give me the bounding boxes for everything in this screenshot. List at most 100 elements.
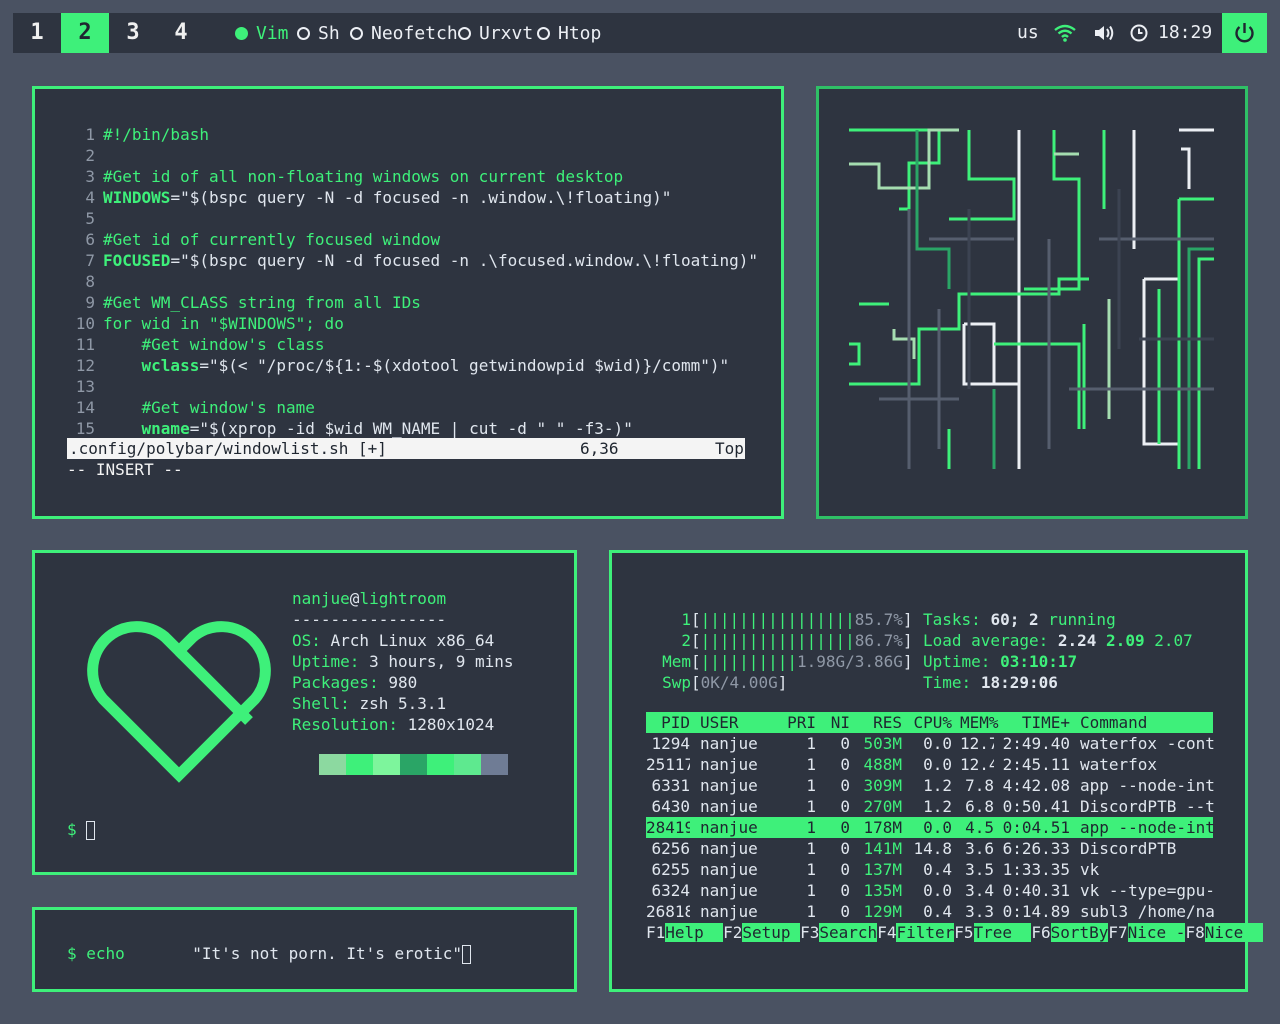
pipe-segment [1142,277,1181,446]
meter-bracket-close: ] [902,652,913,671]
window-tab-label: Sh [318,22,340,44]
pipe-segment [1181,147,1191,189]
process-row[interactable]: 6430 nanjue 1 0 270M 1.2 6.8 0:50.41 DiscordPTB … [646,796,1214,817]
process-row[interactable]: 26818 nanjue 1 0 129M 0.4 3.3 0:14.89 subl3 /hom… [646,901,1215,922]
meter-bracket-open: [ [691,673,701,692]
process-cell: 1.2 [923,797,952,816]
process-cell: 488M [863,755,902,774]
htop-uptime: Uptime: 03:10:17 [923,651,1077,672]
wifi-icon[interactable] [1053,23,1077,43]
process-cell: 0.0 [923,881,952,900]
fkey-label[interactable]: Help [665,923,724,942]
window-tab-sh[interactable]: Sh [297,13,340,53]
window-tab-htop[interactable]: Htop [537,13,601,53]
process-cell: 28419 [646,818,690,837]
htop-tasks: Tasks: 60; 2 running [923,609,1116,630]
time-value: 18:29:06 [980,673,1058,692]
htop-terminal[interactable]: 1[||||||||||||||||85.7%] 2[||||||||||||||… [609,550,1263,992]
htop-load: Load average: 2.24 2.09 2.07 [923,630,1193,651]
process-row[interactable]: 6331 nanjue 1 0 309M 1.2 7.8 4:42.08 app --node-… [646,775,1214,796]
window-tab-label: Vim [256,22,289,44]
fkey-label[interactable]: Filter [896,923,955,942]
process-row[interactable]: 6255 nanjue 1 0 137M 0.4 3.5 1:33.35 vk [646,859,1213,880]
code-line: #Get id of all non-floating windows on c… [103,167,624,186]
code-line: for wid in "$WINDOWS"; do [103,314,344,333]
vim-mode: -- INSERT -- [67,460,183,479]
vim-statusline: .config/polybar/windowlist.sh [+] 6,36 T… [67,438,745,459]
process-cell: 2:49.40 [1002,734,1070,753]
process-cell: 0 [840,881,850,900]
prompt-symbol: $ [67,820,77,839]
shell-terminal[interactable]: $ echo "It's not porn. It's erotic" [32,907,577,992]
process-cell: 1 [806,776,816,795]
meter-mem: Mem[||||||||||1.98G/3.86G] [646,651,912,672]
fkey-f4: F4 [877,923,897,942]
fkey-label[interactable]: Nice [1204,923,1263,942]
heart-logo [87,621,271,783]
process-cell: 12.4 [960,755,994,774]
workspace-3[interactable]: 3 [109,13,157,53]
code-line: wclass="$(< "/proc/${1:-$(xdotool getwin… [141,356,730,375]
process-cell: 0.0 [923,818,952,837]
process-cell: 0:40.31 [1002,881,1070,900]
pipe-segment [849,342,861,366]
fkey-label[interactable]: Search [819,923,878,942]
window-tab-neofetch[interactable]: Neofetch [350,13,458,53]
process-cell: 0 [840,839,850,858]
column-header-time: TIME+ [1021,713,1070,732]
process-cell: nanjue [700,860,758,879]
palette-swatch [400,754,427,775]
line-number: 14 [75,398,95,417]
process-cell: waterfox [1080,755,1158,774]
keyboard-layout[interactable]: us [1017,13,1039,53]
power-button[interactable] [1222,13,1267,53]
process-cell: 178M [863,818,902,837]
process-cell: 0:04.51 [1002,818,1070,837]
process-row[interactable]: 28419 nanjue 1 0 178M 0.0 4.5 0:04.51 app --node… [646,817,1215,838]
fkey-label[interactable]: Tree [973,923,1032,942]
process-cell: 141M [863,839,902,858]
window-tab-vim[interactable]: Vim [235,13,289,53]
process-row[interactable]: 1294 nanjue 1 0 503M 0.0 12.7 2:49.40 waterfox -… [646,733,1214,754]
shell-command-line[interactable]: $ echo "It's not porn. It's erotic" [67,943,471,964]
line-number: 2 [85,146,95,165]
fkey-label[interactable]: SortBy [1050,923,1109,942]
vim-terminal[interactable]: 1 #!/bin/bash 2 3 #Get id of all non-floatin… [32,86,784,519]
fkey-label[interactable]: Nice - [1127,923,1186,942]
tasks-label: Tasks: [923,610,981,629]
color-palette [319,754,508,775]
process-row[interactable]: 6256 nanjue 1 0 141M 14.8 3.6 6:26.33 DiscordPTB [646,838,1213,859]
neofetch-terminal[interactable]: nanjue@lightroom ---------------- OS: Ar… [32,550,577,875]
process-cell: 1294 [651,734,690,753]
volume-icon[interactable] [1093,23,1115,43]
fkey-f2: F2 [723,923,743,942]
pipe-segment [964,322,1021,469]
shell-argument: "It's not porn. It's erotic" [192,944,462,963]
process-cell: 1 [806,797,816,816]
neofetch-field: Packages: 980 [292,672,417,693]
field-value: 3 hours, 9 mins [369,652,514,671]
top-bar: 1234 Vim Sh Neofetch Urxvt Htop us 18:29 [13,13,1267,53]
process-cell: 6255 [651,860,690,879]
line-number: 4 [85,188,95,207]
column-header-command: Command [1080,713,1148,732]
neofetch-prompt[interactable]: $ [67,819,96,840]
palette-swatch [481,754,508,775]
palette-swatch [319,754,346,775]
meter-bracket-open: [ [691,631,701,650]
window-tab-urxvt[interactable]: Urxvt [458,13,533,53]
process-cell: waterfox -cont [1080,734,1215,753]
process-row[interactable]: 25117 nanjue 1 0 488M 0.0 12.4 2:45.11 waterfox [646,754,1213,775]
workspace-2[interactable]: 2 [61,13,109,53]
line-number: 10 [75,314,95,333]
process-cell: 1 [806,881,816,900]
neofetch-field: OS: Arch Linux x86_64 [292,630,494,651]
fkey-label[interactable]: Setup [742,923,801,942]
process-row[interactable]: 6324 nanjue 1 0 135M 0.0 3.4 0:40.31 vk --type=g… [646,880,1214,901]
process-cell: nanjue [700,797,758,816]
load-5: 2.09 [1106,631,1145,650]
workspace-1[interactable]: 1 [13,13,61,53]
tasks-separator: ; [1009,610,1020,629]
workspace-4[interactable]: 4 [157,13,205,53]
process-cell: vk --type=gpu- [1080,881,1215,900]
